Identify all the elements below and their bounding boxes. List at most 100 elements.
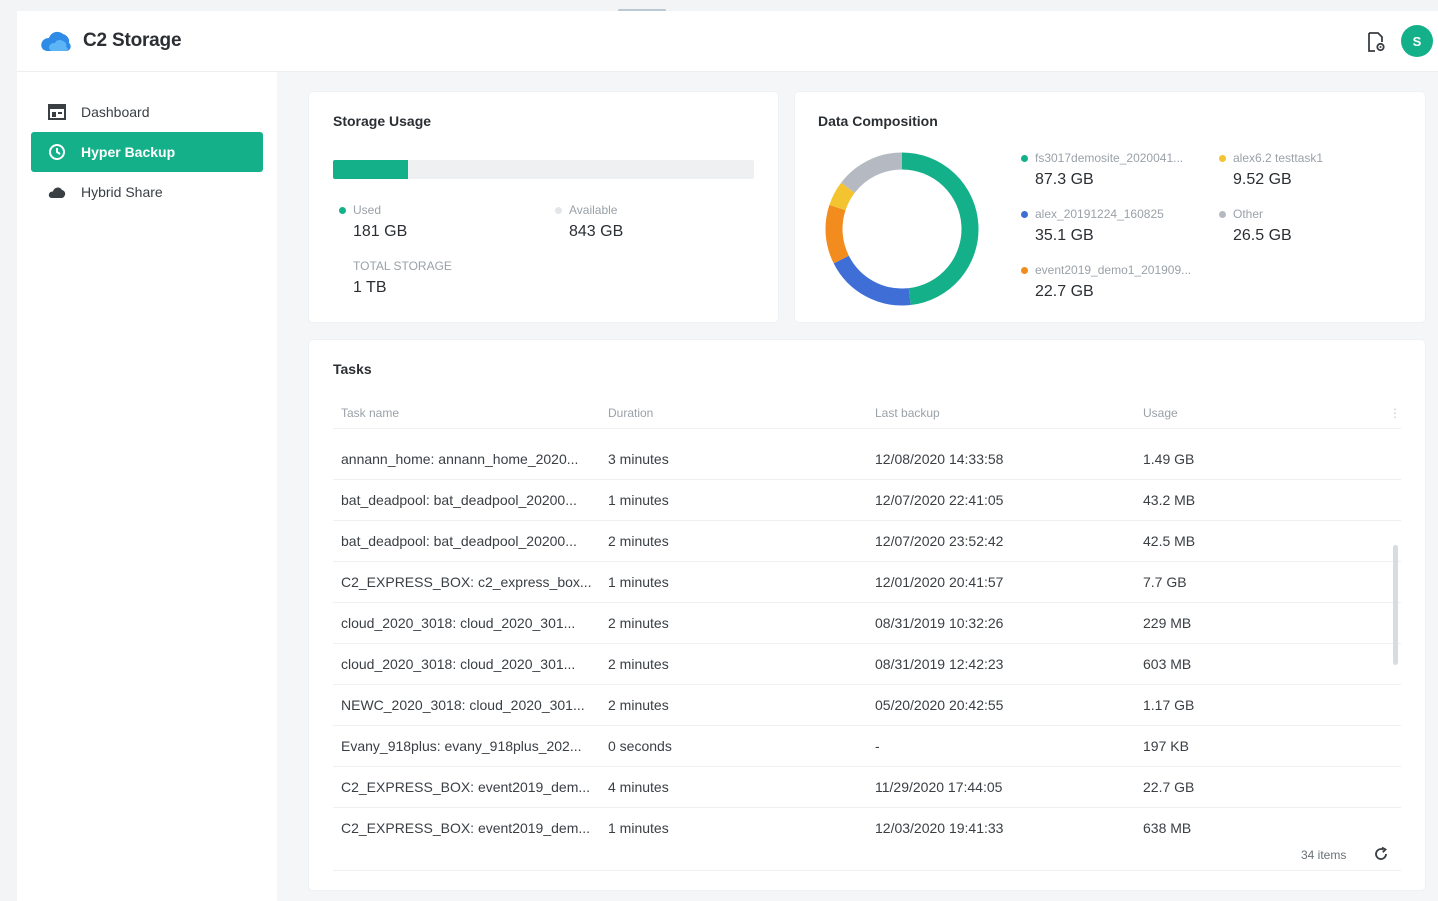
tasks-title: Tasks	[333, 361, 372, 377]
last-backup-cell: 11/29/2020 17:44:05	[875, 779, 1003, 795]
usage-cell: 42.5 MB	[1143, 533, 1196, 549]
task-name-cell: cloud_2020_3018: cloud_2020_301...	[341, 656, 576, 672]
table-row[interactable]: bat_deadpool: bat_deadpool_20200... 2 mi…	[333, 521, 1401, 562]
donut-slice-3	[829, 182, 855, 211]
last-backup-cell: 12/03/2020 19:41:33	[875, 820, 1004, 836]
used-dot	[339, 206, 346, 214]
storage-usage-fill	[333, 160, 408, 179]
column-options-icon[interactable]: ⋮	[1389, 406, 1401, 420]
storage-usage-card: Storage Usage Used 181 GB Available 843 …	[309, 92, 778, 322]
total-storage-label: TOTAL STORAGE	[353, 259, 452, 273]
legend-dot	[1021, 266, 1028, 274]
legend-value: 87.3 GB	[1035, 171, 1094, 188]
duration-cell: 0 seconds	[608, 738, 672, 754]
duration-cell: 2 minutes	[608, 697, 669, 713]
task-name-cell: bat_deadpool: bat_deadpool_20200...	[341, 492, 577, 508]
last-backup-cell: 12/08/2020 14:33:58	[875, 451, 1004, 467]
legend-label: fs3017demosite_2020041...	[1035, 151, 1184, 165]
last-backup-cell: 12/07/2020 23:52:42	[875, 533, 1004, 549]
app-header: C2 Storage S	[17, 11, 1438, 72]
table-row[interactable]: cloud_2020_3018: cloud_2020_301... 2 min…	[333, 644, 1401, 685]
available-legend: Available	[555, 203, 617, 217]
duration-cell: 2 minutes	[608, 615, 669, 631]
usage-cell: 43.2 MB	[1143, 492, 1196, 508]
cloud-icon	[47, 183, 67, 201]
last-backup-cell: -	[875, 738, 880, 754]
task-name-cell: annann_home: annann_home_2020...	[341, 451, 579, 467]
sidebar-item-hybrid-share[interactable]: Hybrid Share	[31, 172, 263, 212]
donut-slice-4	[841, 152, 903, 194]
task-name-cell: C2_EXPRESS_BOX: c2_express_box...	[341, 574, 592, 590]
table-row[interactable]: bat_deadpool: bat_deadpool_20200... 1 mi…	[333, 480, 1401, 521]
sidebar-item-dashboard[interactable]: Dashboard	[31, 92, 263, 132]
table-row[interactable]: cloud_2020_3018: cloud_2020_301... 2 min…	[333, 603, 1401, 644]
refresh-icon[interactable]	[1373, 846, 1389, 862]
app-title: C2 Storage	[83, 30, 182, 51]
sidebar-item-label: Dashboard	[81, 104, 150, 120]
table-scrollbar[interactable]	[1393, 545, 1398, 665]
usage-cell: 197 KB	[1143, 738, 1189, 754]
cloud-logo-icon	[41, 31, 71, 51]
backup-icon	[47, 143, 67, 161]
last-backup-cell: 05/20/2020 20:42:55	[875, 697, 1004, 713]
table-row[interactable]: C2_EXPRESS_BOX: c2_express_box... 1 minu…	[333, 562, 1401, 603]
table-row[interactable]: annann_home: annann_home_2020... 3 minut…	[333, 439, 1401, 480]
legend-item-0: fs3017demosite_2020041...	[1021, 151, 1201, 165]
header-divider	[333, 428, 1401, 429]
last-backup-cell: 12/07/2020 22:41:05	[875, 492, 1004, 508]
column-header-duration[interactable]: Duration	[608, 406, 653, 420]
legend-value: 35.1 GB	[1035, 227, 1094, 244]
legend-label: event2019_demo1_201909...	[1035, 263, 1192, 277]
task-name-cell: bat_deadpool: bat_deadpool_20200...	[341, 533, 577, 549]
duration-cell: 2 minutes	[608, 656, 669, 672]
total-storage-value: 1 TB	[353, 279, 387, 296]
legend-label: Other	[1233, 207, 1264, 221]
data-composition-card: Data Composition fs3017demosite_2020041.…	[795, 92, 1425, 322]
legend-value: 9.52 GB	[1233, 171, 1292, 188]
storage-usage-title: Storage Usage	[333, 113, 432, 129]
legend-item-2: alex_20191224_160825	[1021, 207, 1201, 221]
main-content: Storage Usage Used 181 GB Available 843 …	[277, 72, 1438, 901]
usage-cell: 603 MB	[1143, 656, 1192, 672]
sidebar: Dashboard Hyper Backup Hybrid Share	[17, 72, 277, 901]
usage-cell: 229 MB	[1143, 615, 1192, 631]
column-header-last-backup[interactable]: Last backup	[875, 406, 940, 420]
file-settings-icon[interactable]	[1365, 31, 1387, 53]
sidebar-item-hyper-backup[interactable]: Hyper Backup	[31, 132, 263, 172]
legend-item-1: alex6.2 testtask1	[1219, 151, 1399, 165]
legend-dot	[1021, 154, 1028, 162]
tasks-card: Tasks Task name Duration Last backup Usa…	[309, 340, 1425, 890]
legend-value: 22.7 GB	[1035, 283, 1094, 300]
available-value: 843 GB	[569, 223, 624, 240]
window-top-strip	[0, 0, 1438, 12]
duration-cell: 4 minutes	[608, 779, 669, 795]
legend-item-3: Other	[1219, 207, 1399, 221]
column-header-usage[interactable]: Usage	[1143, 406, 1178, 420]
legend-item-4: event2019_demo1_201909...	[1021, 263, 1201, 277]
column-header-task-name[interactable]: Task name	[341, 406, 399, 420]
sidebar-item-label: Hyper Backup	[81, 144, 176, 160]
table-row[interactable]: Evany_918plus: evany_918plus_202... 0 se…	[333, 726, 1401, 767]
table-row[interactable]: C2_EXPRESS_BOX: event2019_dem... 4 minut…	[333, 767, 1401, 808]
duration-cell: 2 minutes	[608, 533, 669, 549]
duration-cell: 1 minutes	[608, 574, 669, 590]
avatar[interactable]: S	[1401, 25, 1433, 57]
table-row[interactable]: C2_EXPRESS_BOX: event2019_dem... 1 minut…	[333, 808, 1401, 849]
task-name-cell: C2_EXPRESS_BOX: event2019_dem...	[341, 779, 591, 795]
task-name-cell: cloud_2020_3018: cloud_2020_301...	[341, 615, 576, 631]
usage-cell: 638 MB	[1143, 820, 1192, 836]
task-name-cell: Evany_918plus: evany_918plus_202...	[341, 738, 582, 754]
task-name-cell: C2_EXPRESS_BOX: event2019_dem...	[341, 820, 591, 836]
table-row[interactable]: NEWC_2020_3018: cloud_2020_301... 2 minu…	[333, 685, 1401, 726]
task-name-cell: NEWC_2020_3018: cloud_2020_301...	[341, 697, 585, 713]
app-window: C2 Storage S Dashboard Hyper Backup Hybr…	[17, 11, 1438, 901]
footer-divider	[333, 870, 1401, 871]
sidebar-item-label: Hybrid Share	[81, 184, 163, 200]
legend-dot	[1219, 154, 1226, 162]
data-composition-donut-chart	[825, 152, 979, 306]
duration-cell: 1 minutes	[608, 492, 669, 508]
duration-cell: 1 minutes	[608, 820, 669, 836]
items-count: 34 items	[1301, 848, 1347, 862]
available-label: Available	[569, 203, 618, 217]
legend-dot	[1021, 210, 1028, 218]
